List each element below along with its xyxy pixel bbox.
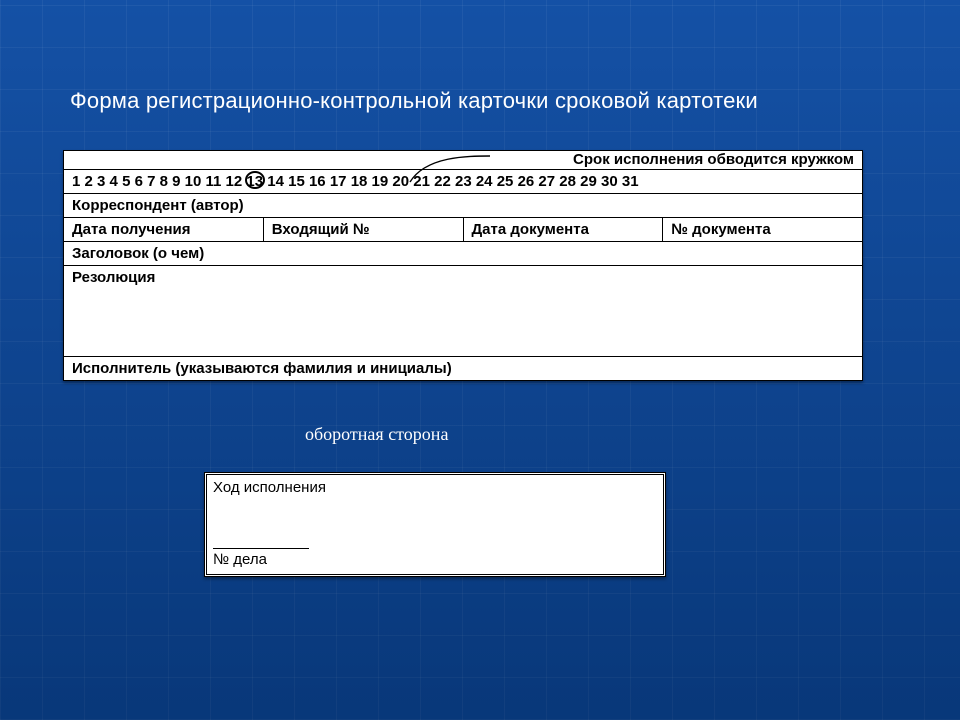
day-12: 12 bbox=[226, 173, 243, 190]
day-14: 14 bbox=[267, 173, 284, 190]
row-subject: Заголовок (о чем) bbox=[64, 242, 862, 266]
card-front: Срок исполнения обводится кружком 1 2 3 … bbox=[63, 150, 863, 381]
day-13: 13 bbox=[246, 173, 263, 190]
day-15: 15 bbox=[288, 173, 305, 190]
day-7: 7 bbox=[147, 173, 155, 190]
day-2: 2 bbox=[85, 173, 93, 190]
callout-text: Срок исполнения обводится кружком bbox=[573, 151, 854, 168]
col-doc-date: Дата документа bbox=[464, 218, 664, 241]
day-17: 17 bbox=[330, 173, 347, 190]
callout-row: Срок исполнения обводится кружком bbox=[64, 151, 862, 170]
slide: Форма регистрационно-контрольной карточк… bbox=[0, 0, 960, 720]
day-19: 19 bbox=[372, 173, 389, 190]
back-ruleline bbox=[213, 548, 309, 549]
day-10: 10 bbox=[185, 173, 202, 190]
day-26: 26 bbox=[518, 173, 535, 190]
back-progress: Ход исполнения bbox=[213, 479, 657, 496]
back-case-no: № дела bbox=[213, 551, 657, 568]
mid-caption: оборотная сторона bbox=[305, 424, 448, 445]
col-date-received: Дата получения bbox=[64, 218, 264, 241]
day-31: 31 bbox=[622, 173, 639, 190]
day-30: 30 bbox=[601, 173, 618, 190]
day-4: 4 bbox=[110, 173, 118, 190]
day-5: 5 bbox=[122, 173, 130, 190]
day-24: 24 bbox=[476, 173, 493, 190]
day-21: 21 bbox=[413, 173, 430, 190]
day-28: 28 bbox=[559, 173, 576, 190]
day-6: 6 bbox=[135, 173, 143, 190]
row-executor: Исполнитель (указываются фамилия и иници… bbox=[64, 357, 862, 380]
row-resolution: Резолюция bbox=[64, 266, 862, 357]
back-spacer bbox=[213, 496, 657, 544]
card-back: Ход исполнения № дела bbox=[204, 472, 666, 577]
col-incoming-no: Входящий № bbox=[264, 218, 464, 241]
day-27: 27 bbox=[538, 173, 555, 190]
day-22: 22 bbox=[434, 173, 451, 190]
day-1: 1 bbox=[72, 173, 80, 190]
day-11: 11 bbox=[206, 173, 222, 190]
day-23: 23 bbox=[455, 173, 472, 190]
days-row: 1 2 3 4 5 6 7 8 9 10 11 12 13 14 15 16 1… bbox=[64, 170, 862, 194]
day-29: 29 bbox=[580, 173, 597, 190]
day-9: 9 bbox=[172, 173, 180, 190]
day-25: 25 bbox=[497, 173, 514, 190]
day-3: 3 bbox=[97, 173, 105, 190]
day-20: 20 bbox=[392, 173, 409, 190]
day-16: 16 bbox=[309, 173, 326, 190]
day-18: 18 bbox=[351, 173, 368, 190]
day-8: 8 bbox=[160, 173, 168, 190]
col-doc-no: № документа bbox=[663, 218, 862, 241]
slide-title: Форма регистрационно-контрольной карточк… bbox=[70, 88, 758, 114]
row-columns: Дата получения Входящий № Дата документа… bbox=[64, 218, 862, 242]
